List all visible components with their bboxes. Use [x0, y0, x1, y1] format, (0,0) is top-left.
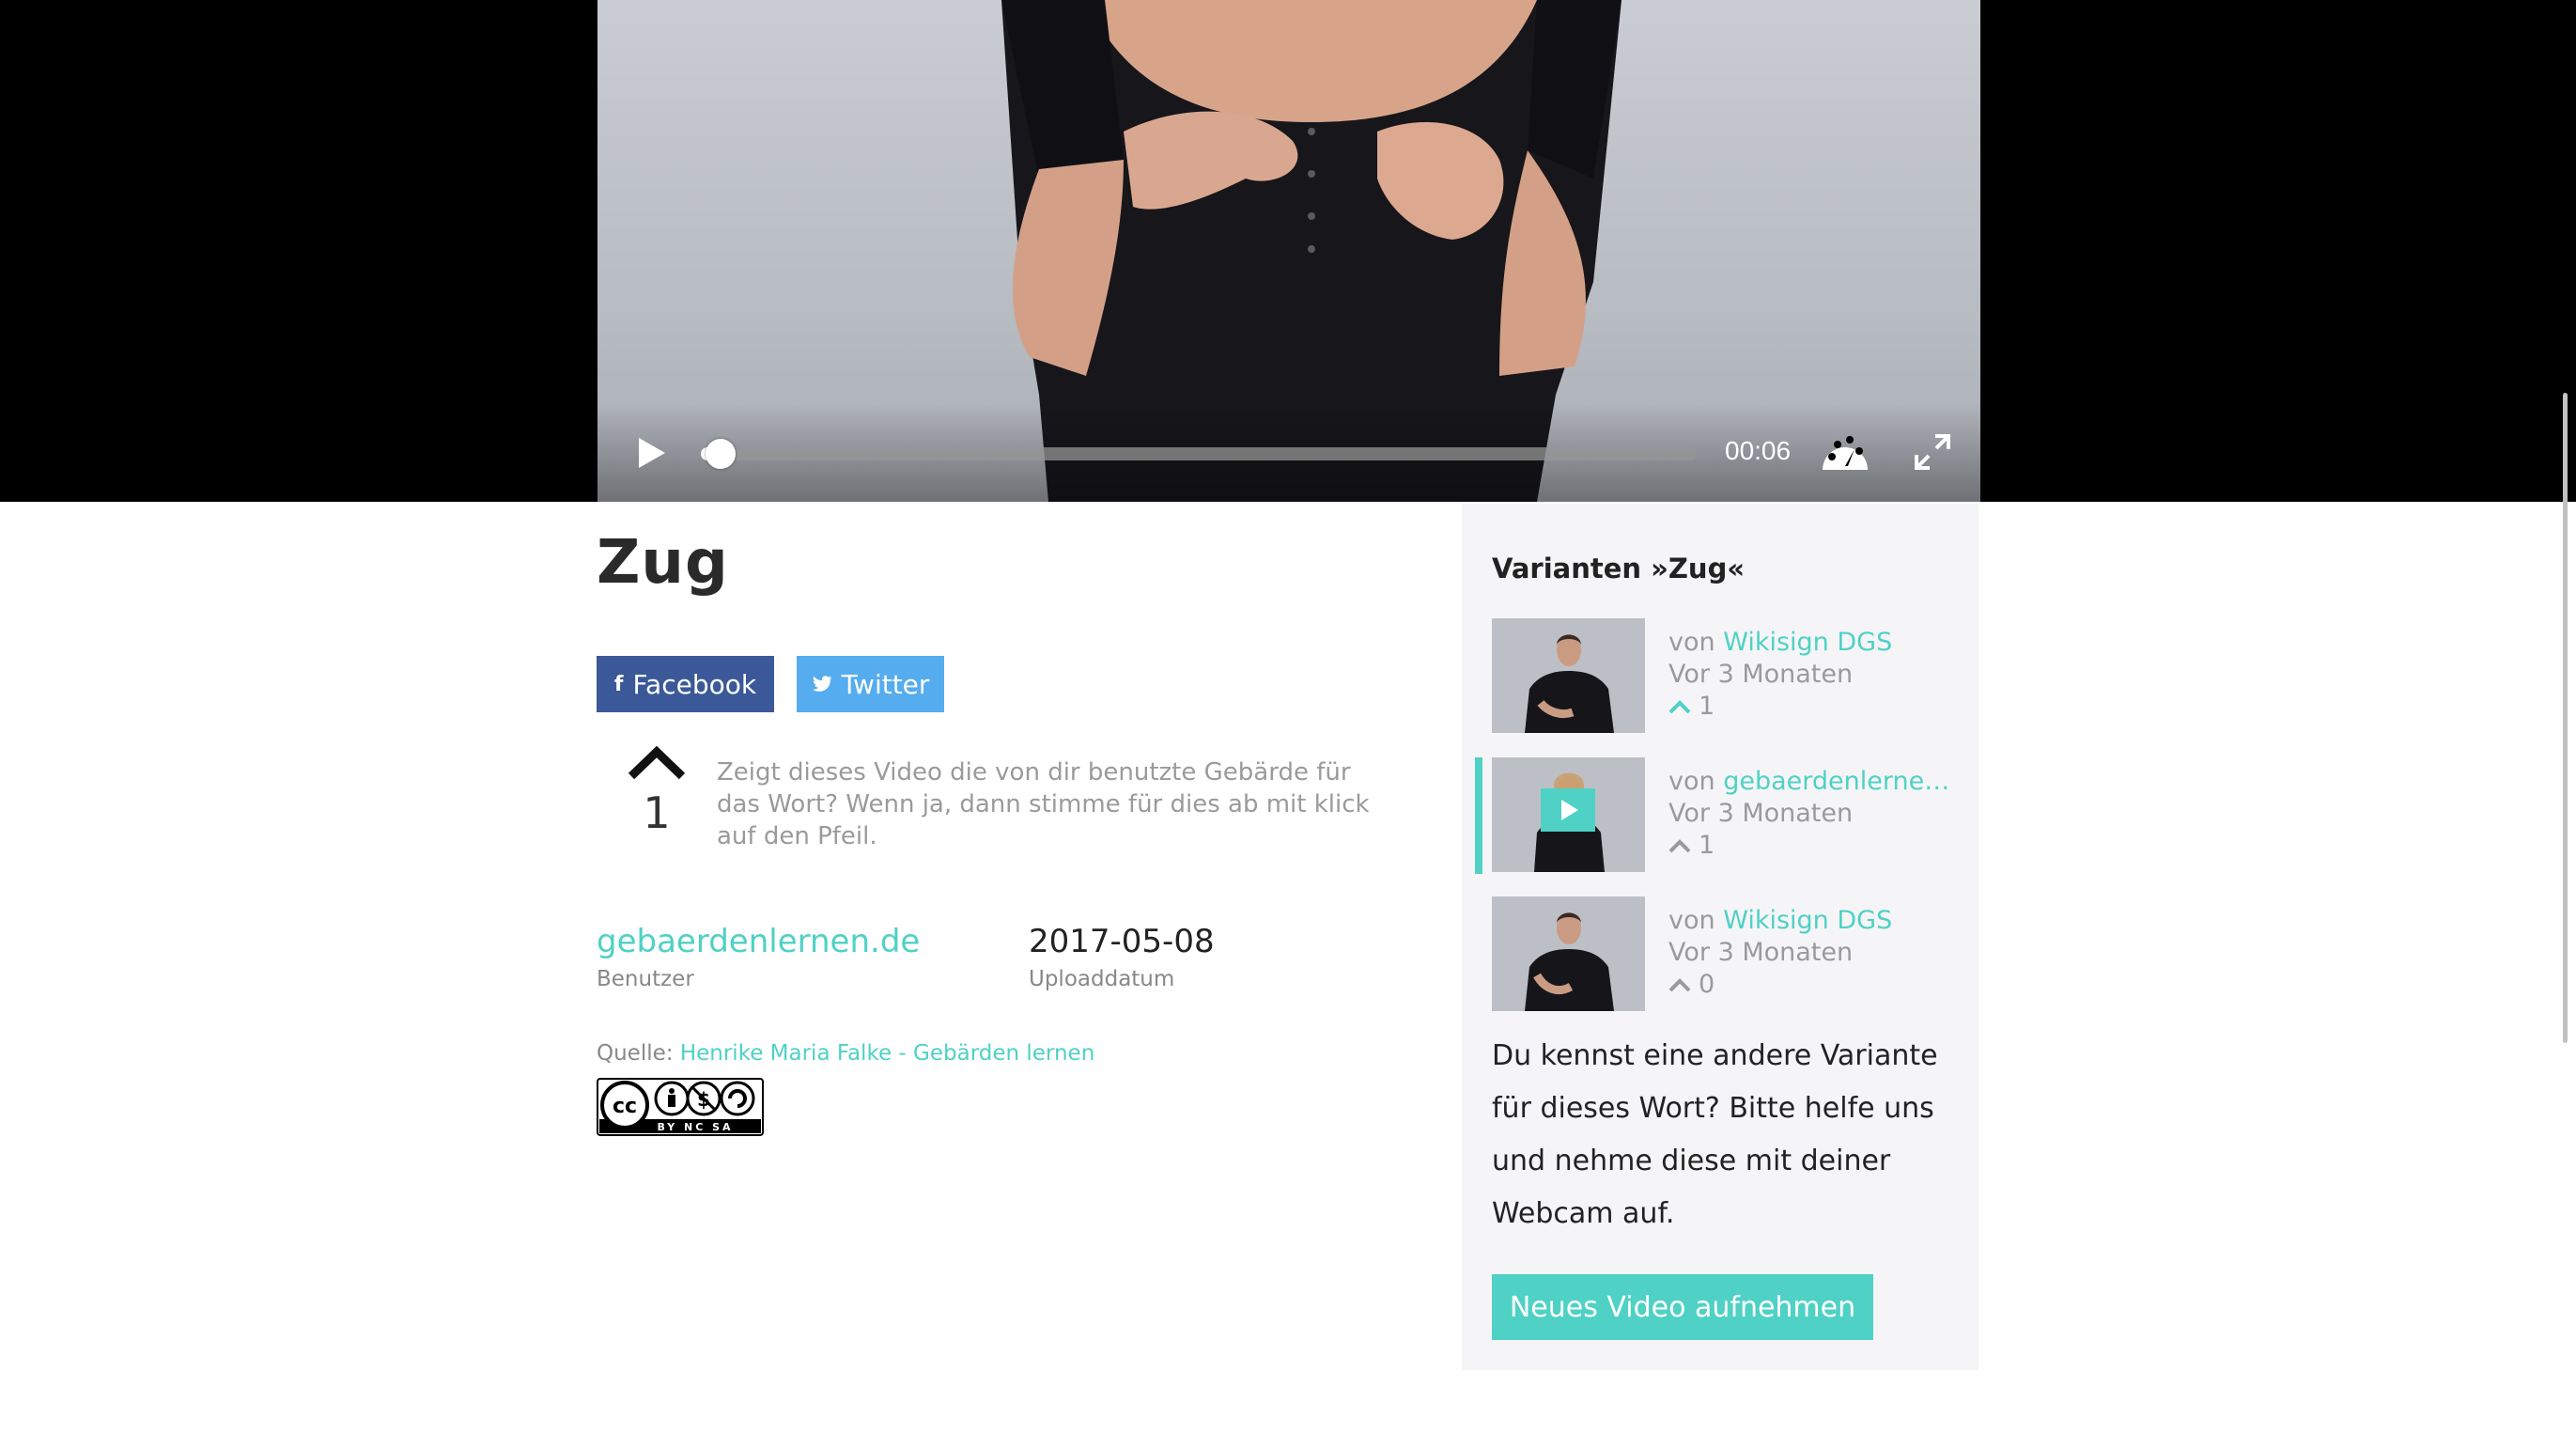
- cc-license-badge[interactable]: cc $ BY NC SA: [597, 1078, 764, 1136]
- variant-by: von: [1668, 628, 1715, 657]
- variant-votes: 0: [1668, 970, 1715, 999]
- variant-vote-count: 0: [1699, 970, 1715, 999]
- facebook-share-label: Facebook: [632, 668, 757, 700]
- record-video-button[interactable]: Neues Video aufnehmen: [1492, 1274, 1873, 1340]
- variant-thumbnail[interactable]: [1492, 618, 1645, 733]
- upvote-arrow-icon: [1668, 699, 1691, 713]
- variant-item[interactable]: von Wikisign DGS Vor 3 Monaten 0: [1462, 896, 1979, 1013]
- variant-byline: von Wikisign DGS: [1668, 628, 1892, 657]
- variant-item-active[interactable]: von gebaerdenlerne… Vor 3 Monaten 1: [1462, 757, 1979, 874]
- facebook-share-button[interactable]: f Facebook: [597, 656, 774, 712]
- upload-date: 2017-05-08: [1029, 923, 1215, 960]
- variant-author-link[interactable]: gebaerdenlerne…: [1723, 767, 1949, 796]
- uploader-link[interactable]: gebaerdenlernen.de: [597, 923, 920, 960]
- page-scrollbar[interactable]: [2563, 393, 2568, 1043]
- add-variant-prompt: Du kennst eine andere Variante für diese…: [1492, 1039, 1938, 1230]
- twitter-share-label: Twitter: [841, 668, 930, 700]
- playback-speed-icon[interactable]: [1819, 428, 1871, 475]
- active-indicator: [1475, 757, 1482, 874]
- twitter-share-button[interactable]: Twitter: [797, 656, 944, 712]
- vote-count: 1: [643, 787, 671, 838]
- facebook-icon: f: [613, 672, 624, 696]
- variant-thumbnail[interactable]: [1492, 757, 1645, 872]
- video-time: 00:06: [1725, 436, 1792, 465]
- upload-date-label: Uploaddatum: [1029, 967, 1175, 991]
- video-stage: 00:06: [0, 0, 2576, 502]
- variant-item[interactable]: von Wikisign DGS Vor 3 Monaten 1: [1462, 618, 1979, 735]
- variant-author-link[interactable]: Wikisign DGS: [1723, 906, 1892, 935]
- variant-votes: 1: [1668, 692, 1715, 721]
- fullscreen-icon[interactable]: [1913, 432, 1952, 472]
- svg-text:cc: cc: [613, 1095, 637, 1118]
- source-link[interactable]: Henrike Maria Falke - Gebärden lernen: [680, 1041, 1094, 1066]
- play-icon[interactable]: [629, 432, 671, 474]
- upvote-arrow-icon: [1668, 838, 1691, 852]
- source-label: Quelle:: [597, 1041, 674, 1066]
- seek-bar[interactable]: [701, 439, 1697, 469]
- variant-vote-count: 1: [1699, 692, 1715, 721]
- variants-title: Varianten »Zug«: [1492, 553, 1746, 584]
- variants-sidebar: Varianten »Zug« von Wikisign DGS Vor 3 M…: [1462, 504, 1979, 1370]
- variant-by: von: [1668, 767, 1715, 796]
- seek-handle[interactable]: [706, 439, 737, 469]
- upvote-arrow-icon[interactable]: [628, 744, 686, 782]
- cc-license-text: BY NC SA: [657, 1121, 733, 1133]
- variant-votes: 1: [1668, 831, 1715, 860]
- variant-byline: von Wikisign DGS: [1668, 906, 1892, 935]
- video-controls: 00:06: [597, 404, 1980, 502]
- variant-age: Vor 3 Monaten: [1668, 660, 1854, 689]
- source-line: Quelle: Henrike Maria Falke - Gebärden l…: [597, 1041, 1094, 1066]
- variant-by: von: [1668, 906, 1715, 935]
- variant-age: Vor 3 Monaten: [1668, 938, 1854, 967]
- variant-age: Vor 3 Monaten: [1668, 799, 1854, 828]
- page-title: Zug: [597, 528, 729, 598]
- twitter-icon: [812, 676, 831, 692]
- variant-thumbnail[interactable]: [1492, 896, 1645, 1011]
- variant-vote-count: 1: [1699, 831, 1715, 860]
- vote-help-text: Zeigt dieses Video die von dir benutzte …: [717, 758, 1370, 850]
- variant-author-link[interactable]: Wikisign DGS: [1723, 628, 1892, 657]
- uploader-label: Benutzer: [597, 967, 694, 991]
- upvote-arrow-icon: [1668, 977, 1691, 991]
- variant-byline: von gebaerdenlerne…: [1668, 767, 1949, 796]
